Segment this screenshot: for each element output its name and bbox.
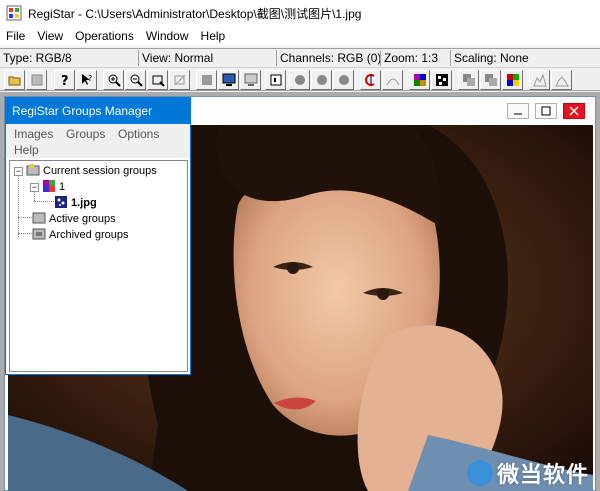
gm-menu-images[interactable]: Images — [14, 126, 53, 142]
histogram-icon[interactable] — [529, 70, 550, 90]
gm-menu-options[interactable]: Options — [118, 126, 159, 142]
circle-icon[interactable] — [289, 70, 310, 90]
groups-tree: − Current session groups − 1 1.jpg Activ… — [9, 160, 188, 372]
group-icon — [42, 179, 56, 196]
tree-item-active-groups[interactable]: Active groups — [32, 211, 116, 227]
circle-icon-2[interactable] — [311, 70, 332, 90]
monitor-alt-icon[interactable] — [240, 70, 261, 90]
groups-manager-title: RegiStar Groups Manager — [6, 98, 190, 124]
context-help-icon[interactable]: ? — [76, 70, 97, 90]
minimize-button[interactable] — [507, 103, 529, 119]
session-groups-icon — [26, 163, 40, 180]
channels-icon[interactable] — [431, 70, 452, 90]
curve-icon[interactable] — [382, 70, 403, 90]
toolbar: ? ? — [0, 67, 600, 91]
tree-label-group-1: 1 — [59, 181, 66, 193]
watermark: 微当软件 — [466, 457, 589, 489]
frame-icon[interactable] — [265, 70, 286, 90]
tree-item-group-1[interactable]: − 1 — [30, 179, 65, 195]
circle-icon-3[interactable] — [333, 70, 354, 90]
tree-label-image-1: 1.jpg — [71, 197, 97, 209]
image-file-icon — [54, 195, 68, 212]
collapse-icon[interactable]: − — [30, 182, 39, 192]
active-groups-icon — [32, 211, 46, 228]
gm-menu-groups[interactable]: Groups — [66, 126, 105, 142]
groups-manager-window: RegiStar Groups Manager Images Groups Op… — [5, 97, 191, 375]
layer-icon[interactable] — [458, 70, 479, 90]
window-title: RegiStar - C:\Users\Administrator\Deskto… — [28, 6, 362, 21]
menu-window[interactable]: Window — [140, 26, 195, 46]
tree-item-current-session[interactable]: − Current session groups — [14, 163, 157, 179]
zoom-disabled-icon[interactable] — [169, 70, 190, 90]
open-folder-icon[interactable] — [4, 70, 25, 90]
menu-help[interactable]: Help — [195, 26, 232, 46]
color-grid-icon[interactable] — [502, 70, 523, 90]
monitor-icon[interactable] — [218, 70, 239, 90]
gm-menu-help[interactable]: Help — [14, 142, 39, 158]
app-logo-icon — [6, 5, 22, 21]
colors-icon[interactable] — [409, 70, 430, 90]
layer-icon-2[interactable] — [480, 70, 501, 90]
zoom-in-icon[interactable] — [103, 70, 124, 90]
groups-manager-menu: Images Groups Options Help — [6, 124, 190, 158]
svg-text:?: ? — [61, 74, 69, 87]
save-icon[interactable] — [26, 70, 47, 90]
svg-text:?: ? — [88, 74, 92, 83]
help-icon[interactable]: ? — [54, 70, 75, 90]
zoom-status: Zoom: 1:3 — [380, 50, 438, 66]
zoom-fit-icon[interactable] — [147, 70, 168, 90]
menu-file[interactable]: File — [0, 26, 31, 46]
menu-bar: File View Operations Window Help — [0, 26, 600, 46]
info-bar: Type: RGB/8 View: Normal Channels: RGB (… — [0, 48, 600, 66]
close-button[interactable] — [563, 103, 585, 119]
histogram-icon-2[interactable] — [551, 70, 572, 90]
watermark-logo-icon — [466, 460, 493, 486]
tree-label-current-session: Current session groups — [43, 165, 157, 177]
scaling-status: Scaling: None — [450, 50, 529, 66]
registration-icon[interactable] — [360, 70, 381, 90]
menu-view[interactable]: View — [31, 26, 69, 46]
channels-status: Channels: RGB (0) — [276, 50, 381, 66]
view-status: View: Normal — [138, 50, 213, 66]
title-bar: RegiStar - C:\Users\Administrator\Deskto… — [0, 0, 600, 26]
tree-item-image-1[interactable]: 1.jpg — [54, 195, 97, 211]
menu-operations[interactable]: Operations — [69, 26, 140, 46]
maximize-button[interactable] — [535, 103, 557, 119]
zoom-out-icon[interactable] — [125, 70, 146, 90]
watermark-brand: 微当软件 — [496, 463, 589, 488]
archived-groups-icon — [32, 227, 46, 244]
collapse-icon[interactable]: − — [14, 166, 23, 176]
type-status: Type: RGB/8 — [3, 51, 72, 65]
tree-label-active-groups: Active groups — [49, 213, 116, 225]
gray-square-icon[interactable] — [196, 70, 217, 90]
tree-label-archived-groups: Archived groups — [49, 229, 129, 241]
tree-item-archived-groups[interactable]: Archived groups — [32, 227, 129, 243]
